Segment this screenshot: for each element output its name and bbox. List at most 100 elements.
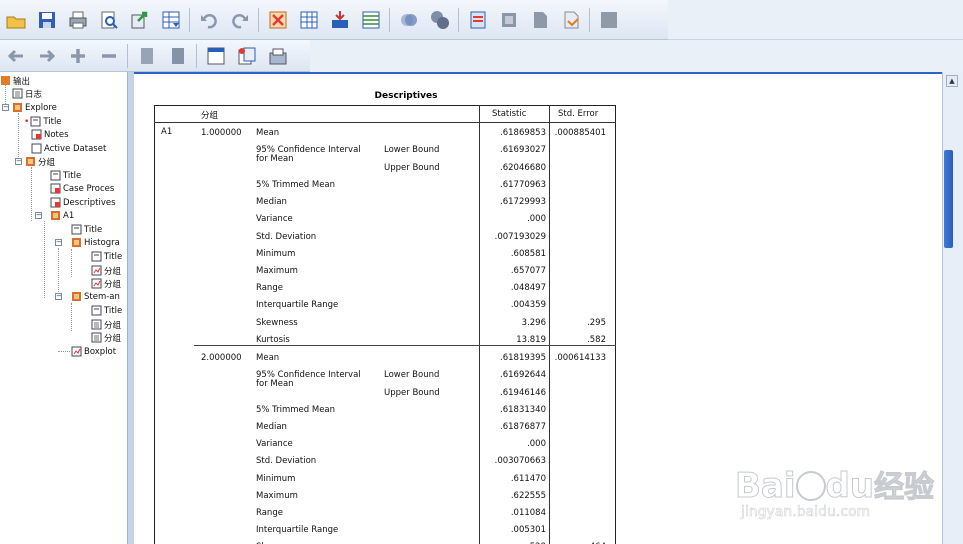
table-border — [154, 105, 616, 106]
tree-node-a1[interactable]: A1 — [50, 209, 74, 222]
tree-node-boxplot[interactable]: Boxplot — [71, 345, 116, 358]
main-toolbar — [0, 0, 668, 40]
tree-line — [44, 221, 45, 298]
goto-variable-icon[interactable] — [327, 7, 353, 33]
goto-case-icon[interactable] — [296, 7, 322, 33]
col-header-statistic: Statistic — [492, 109, 527, 119]
tree-collapse-toggle[interactable]: − — [55, 293, 62, 300]
tree-node-histogram[interactable]: Histogra — [71, 236, 120, 249]
vertical-scrollbar[interactable]: ▲ — [942, 72, 963, 544]
script-icon[interactable] — [558, 7, 584, 33]
group-label: 1.000000 — [201, 128, 242, 138]
tree-node-group[interactable]: 分组 — [25, 155, 55, 168]
tree-node-title[interactable]: • Title — [24, 115, 62, 128]
dataset-icon — [31, 143, 42, 154]
designate-window-icon[interactable] — [496, 7, 522, 33]
open-icon[interactable] — [3, 7, 29, 33]
group-header: 分组 — [201, 111, 219, 121]
tree-collapse-toggle[interactable]: − — [2, 104, 9, 111]
tree-collapse-toggle[interactable]: − — [35, 212, 42, 219]
statistic-value: .61692644 — [500, 370, 546, 381]
tree-node-hist-item1[interactable]: 分组 — [91, 264, 121, 277]
tree-node-case-processing[interactable]: Case Proces — [50, 182, 114, 195]
tree-collapse-toggle[interactable]: − — [55, 239, 62, 246]
title-icon — [91, 305, 102, 316]
tree-node-stem-item1[interactable]: 分组 — [91, 318, 121, 331]
group-rule — [194, 345, 616, 346]
toolbar-separator — [389, 7, 390, 32]
chart-icon — [91, 278, 102, 289]
descriptives-table[interactable]: 分组 Statistic Std. Error A1 1.000000 Mean.… — [154, 105, 616, 544]
expand-icon[interactable] — [65, 43, 91, 69]
row-sublabel: Upper Bound — [384, 162, 440, 173]
show-icon[interactable] — [134, 43, 160, 69]
tree-node-stem-title[interactable]: Title — [91, 304, 122, 317]
tree-node-hist-item2[interactable]: 分组 — [91, 277, 121, 290]
chart-icon — [71, 346, 82, 357]
tree-node-active-dataset[interactable]: Active Dataset — [31, 142, 106, 155]
statistic-value: .011084 — [510, 508, 546, 518]
insert-heading-icon[interactable] — [203, 43, 229, 69]
goto-data-icon[interactable] — [265, 7, 291, 33]
log-icon — [12, 88, 23, 99]
show-all-icon[interactable] — [427, 7, 453, 33]
content-pane: Descriptives 分组 Statistic Std. Error A1 … — [134, 72, 942, 544]
row-label-continued: for Mean — [256, 154, 294, 165]
collapse-icon[interactable] — [96, 43, 122, 69]
data-view-icon[interactable] — [158, 7, 184, 33]
variables-icon[interactable] — [358, 7, 384, 33]
row-label: Std. Deviation — [256, 231, 317, 242]
tree-node-hist-title[interactable]: Title — [91, 250, 122, 263]
toolbar-separator — [196, 43, 197, 68]
row-label: Median — [256, 197, 287, 208]
statistic-value: .61869853 — [500, 128, 546, 138]
demote-icon[interactable] — [34, 43, 60, 69]
new-page-icon[interactable] — [527, 7, 553, 33]
statistic-value: .048497 — [510, 283, 546, 294]
export-icon[interactable] — [127, 7, 153, 33]
notes-icon — [31, 129, 42, 140]
tree-line — [58, 248, 59, 298]
tree-node-a1-title[interactable]: Title — [71, 223, 102, 236]
row-label: Maximum — [256, 265, 298, 276]
outline-toolbar — [0, 40, 310, 72]
insert-text-icon[interactable] — [265, 43, 291, 69]
book-icon — [26, 157, 35, 166]
tree-node-notes[interactable]: Notes — [31, 128, 69, 141]
tree-line — [71, 249, 72, 277]
statistic-value: .61946146 — [500, 387, 546, 398]
row-label: Variance — [256, 439, 293, 450]
variable-label: A1 — [161, 127, 173, 137]
statistic-value: .007193029 — [494, 231, 546, 242]
statistic-value: 13.819 — [516, 334, 546, 345]
scroll-thumb[interactable] — [944, 150, 953, 248]
row-label: Interquartile Range — [256, 300, 339, 311]
tree-node-group-title[interactable]: Title — [50, 169, 81, 182]
tree-node-stem-item2[interactable]: 分组 — [91, 331, 121, 344]
text-output-icon — [91, 319, 102, 330]
tree-collapse-toggle[interactable]: − — [15, 158, 22, 165]
table-icon — [50, 183, 61, 194]
undo-icon[interactable] — [196, 7, 222, 33]
hide-icon[interactable] — [165, 43, 191, 69]
tree-node-log[interactable]: 日志 — [12, 87, 42, 100]
tree-node-stem-leaf[interactable]: Stem-an — [71, 290, 120, 303]
insert-output-icon[interactable] — [465, 7, 491, 33]
tree-node-explore[interactable]: Explore — [12, 101, 57, 114]
statistic-value: 3.296 — [521, 317, 546, 328]
tree-node-root[interactable]: 输出 — [0, 74, 30, 87]
table-icon — [50, 197, 61, 208]
save-icon[interactable] — [34, 7, 60, 33]
scroll-up-icon[interactable]: ▲ — [946, 75, 958, 87]
tree-node-descriptives[interactable]: Descriptives — [50, 196, 116, 209]
book-icon — [13, 103, 22, 112]
title-icon — [50, 170, 61, 181]
use-sets-icon[interactable] — [396, 7, 422, 33]
toolbar-separator — [127, 43, 128, 68]
promote-icon[interactable] — [3, 43, 29, 69]
insert-title-icon[interactable] — [234, 43, 260, 69]
print-icon[interactable] — [65, 7, 91, 33]
print-preview-icon[interactable] — [96, 7, 122, 33]
redo-icon[interactable] — [227, 7, 253, 33]
toolbar-separator — [458, 7, 459, 32]
